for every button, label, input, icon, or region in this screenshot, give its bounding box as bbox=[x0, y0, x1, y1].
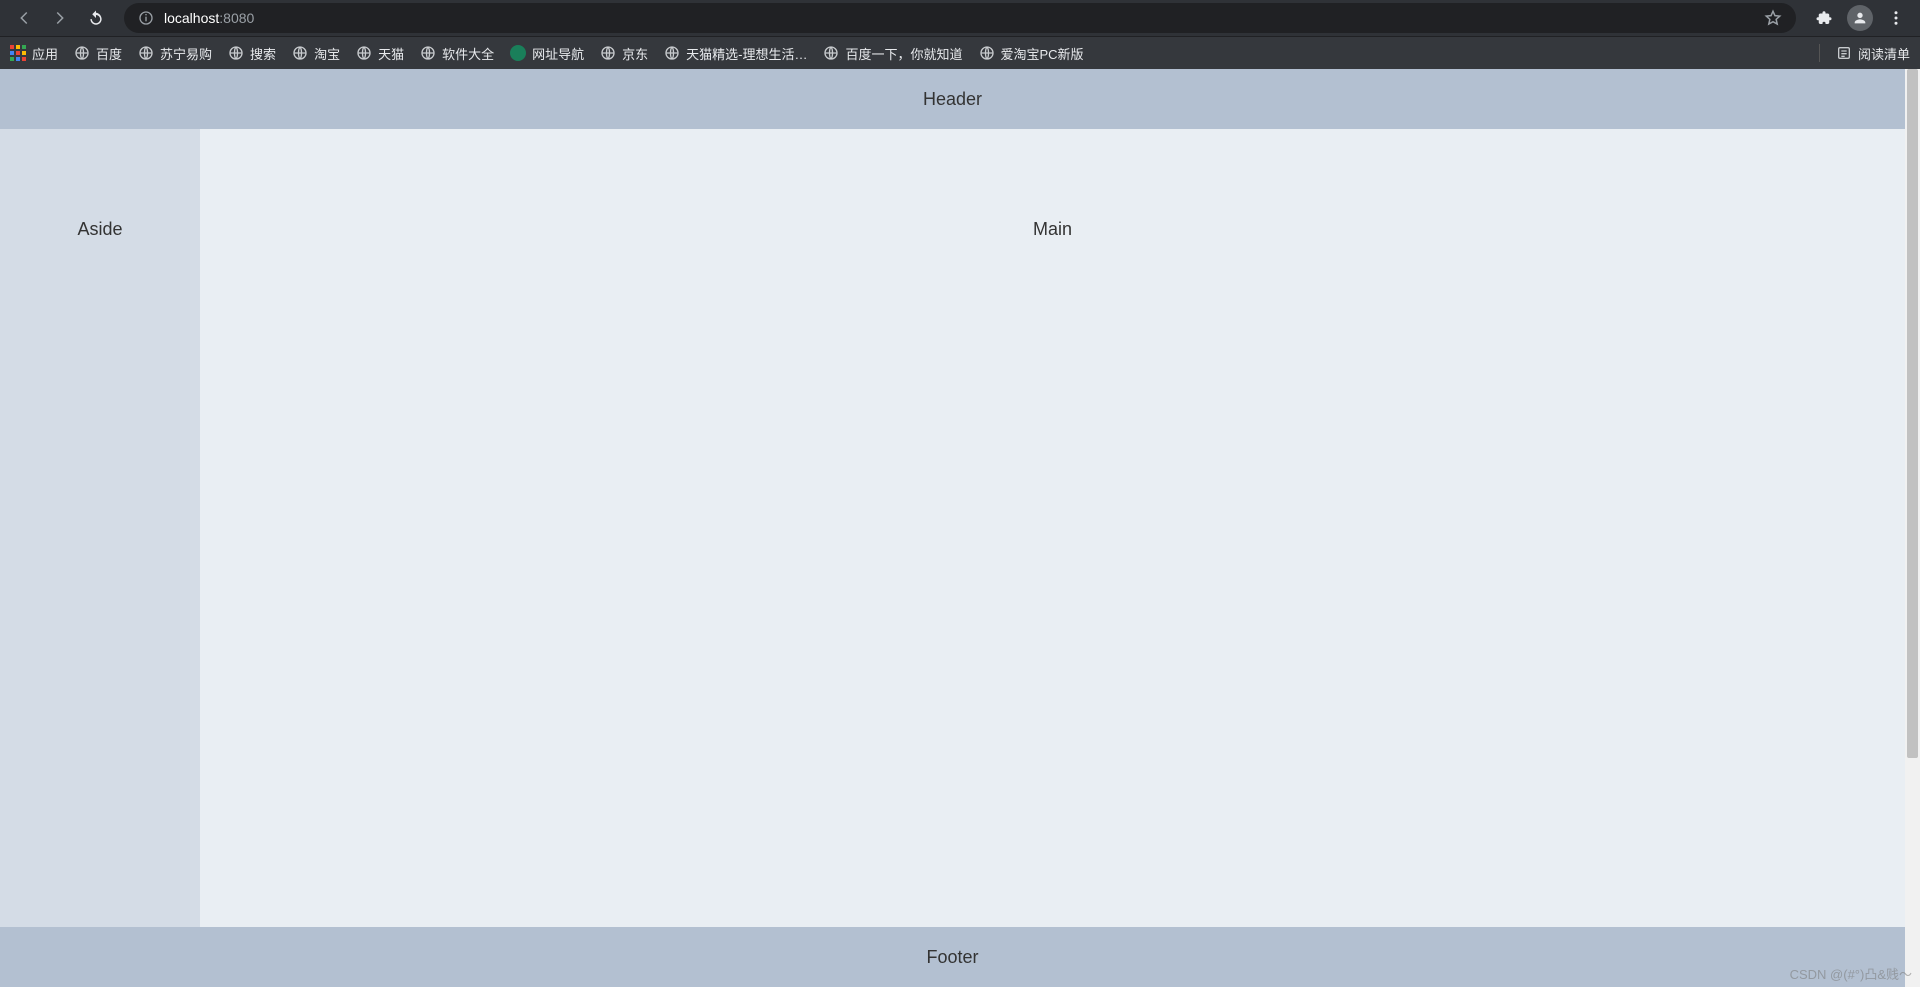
arrow-right-icon bbox=[51, 9, 69, 27]
bookmark-wzhdh[interactable]: 网址导航 bbox=[510, 44, 584, 63]
layout-aside: Aside bbox=[0, 129, 200, 927]
vertical-scrollbar[interactable] bbox=[1905, 69, 1920, 987]
url-host: localhost bbox=[164, 10, 219, 26]
browser-chrome: localhost:8080 应用 百度 苏宁易购 bbox=[0, 0, 1920, 69]
site-dot-icon bbox=[510, 45, 526, 61]
header-text: Header bbox=[923, 89, 982, 110]
bookmark-label: 爱淘宝PC新版 bbox=[1001, 44, 1084, 63]
footer-text: Footer bbox=[926, 947, 978, 968]
url-text: localhost:8080 bbox=[164, 10, 254, 26]
bookmark-suning[interactable]: 苏宁易购 bbox=[138, 44, 212, 63]
bookmark-label: 软件大全 bbox=[442, 44, 494, 63]
site-info-icon[interactable] bbox=[138, 10, 154, 26]
kebab-icon bbox=[1887, 9, 1905, 27]
globe-icon bbox=[664, 45, 680, 61]
bookmark-label: 网址导航 bbox=[532, 44, 584, 63]
layout-main: Main bbox=[200, 129, 1905, 927]
bookmark-label: 苏宁易购 bbox=[160, 44, 212, 63]
bookmark-jd[interactable]: 京东 bbox=[600, 44, 648, 63]
bookmarks-bar: 应用 百度 苏宁易购 搜索 淘宝 天猫 软件大全 网址导航 bbox=[0, 36, 1920, 69]
globe-icon bbox=[979, 45, 995, 61]
avatar bbox=[1847, 5, 1873, 31]
globe-icon bbox=[420, 45, 436, 61]
layout-body: Aside Main bbox=[0, 129, 1905, 927]
globe-icon bbox=[138, 45, 154, 61]
reload-icon bbox=[87, 9, 105, 27]
bookmark-label: 淘宝 bbox=[314, 44, 340, 63]
bookmark-label: 京东 bbox=[622, 44, 648, 63]
page-root: Header Aside Main Footer bbox=[0, 69, 1905, 987]
scrollbar-thumb[interactable] bbox=[1907, 69, 1918, 758]
globe-icon bbox=[356, 45, 372, 61]
bookmark-label: 应用 bbox=[32, 44, 58, 63]
reading-list-button[interactable]: 阅读清单 bbox=[1836, 44, 1910, 63]
layout-header: Header bbox=[0, 69, 1905, 129]
aside-text: Aside bbox=[77, 219, 122, 927]
globe-icon bbox=[600, 45, 616, 61]
bookmark-star-icon[interactable] bbox=[1764, 9, 1782, 27]
url-port: :8080 bbox=[219, 10, 254, 26]
bookmark-label: 百度一下，你就知道 bbox=[845, 44, 962, 63]
layout-footer: Footer bbox=[0, 927, 1905, 987]
bookmark-label: 天猫精选-理想生活… bbox=[686, 44, 807, 63]
profile-button[interactable] bbox=[1844, 2, 1876, 34]
bookmark-tmall[interactable]: 天猫 bbox=[356, 44, 404, 63]
forward-button[interactable] bbox=[44, 2, 76, 34]
bookmark-apps[interactable]: 应用 bbox=[10, 44, 58, 63]
address-bar[interactable]: localhost:8080 bbox=[124, 3, 1796, 33]
back-button[interactable] bbox=[8, 2, 40, 34]
bookmark-label: 搜索 bbox=[250, 44, 276, 63]
browser-toolbar: localhost:8080 bbox=[0, 0, 1920, 36]
puzzle-icon bbox=[1815, 9, 1833, 27]
globe-icon bbox=[823, 45, 839, 61]
bookmark-label: 百度 bbox=[96, 44, 122, 63]
globe-icon bbox=[292, 45, 308, 61]
bookmark-softmall[interactable]: 软件大全 bbox=[420, 44, 494, 63]
bookmark-aitaobao[interactable]: 爱淘宝PC新版 bbox=[979, 44, 1084, 63]
reading-list-icon bbox=[1836, 45, 1852, 61]
arrow-left-icon bbox=[15, 9, 33, 27]
reload-button[interactable] bbox=[80, 2, 112, 34]
viewport: Header Aside Main Footer CSDN @(#°)凸&贱～ bbox=[0, 69, 1920, 987]
bookmark-label: 天猫 bbox=[378, 44, 404, 63]
bookmark-tmjx[interactable]: 天猫精选-理想生活… bbox=[664, 44, 807, 63]
person-icon bbox=[1852, 10, 1868, 26]
bookmark-baidu[interactable]: 百度 bbox=[74, 44, 122, 63]
bookmarks-divider bbox=[1819, 44, 1820, 62]
main-text: Main bbox=[1033, 219, 1072, 927]
bookmark-baiduyx[interactable]: 百度一下，你就知道 bbox=[823, 44, 962, 63]
extensions-button[interactable] bbox=[1808, 2, 1840, 34]
menu-button[interactable] bbox=[1880, 2, 1912, 34]
reading-list-label: 阅读清单 bbox=[1858, 44, 1910, 63]
apps-icon bbox=[10, 45, 26, 61]
globe-icon bbox=[74, 45, 90, 61]
bookmark-taobao[interactable]: 淘宝 bbox=[292, 44, 340, 63]
bookmark-search[interactable]: 搜索 bbox=[228, 44, 276, 63]
globe-icon bbox=[228, 45, 244, 61]
